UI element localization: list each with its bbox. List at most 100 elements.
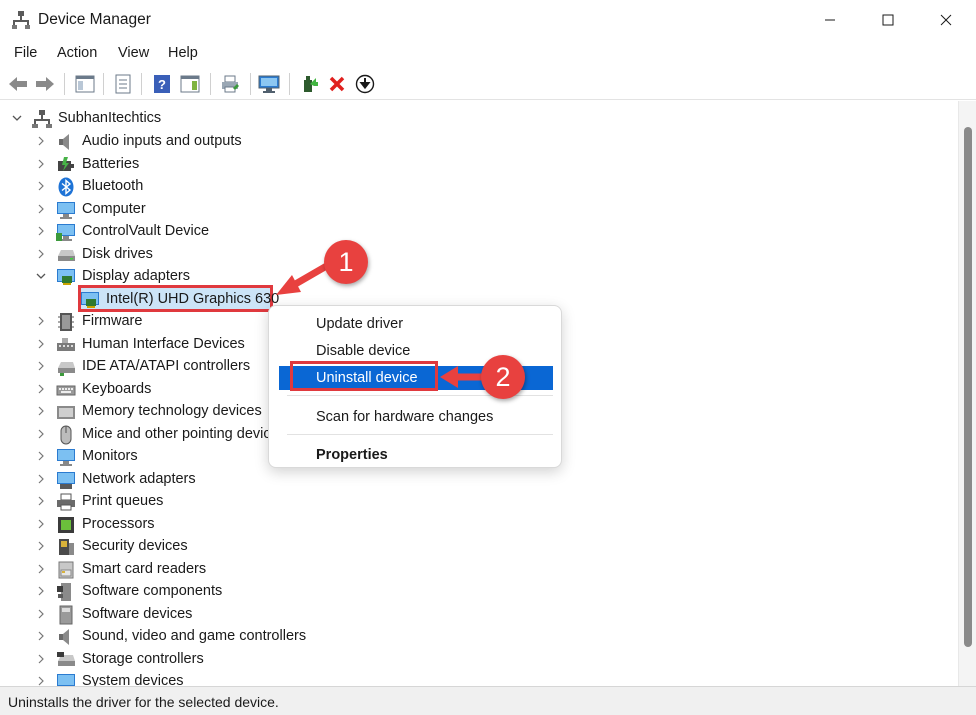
tree-root-label: SubhanItechtics [58,110,162,126]
chevron-right-icon[interactable] [35,450,47,462]
tree-item-batteries[interactable]: Batteries [0,154,940,176]
tree-root[interactable]: SubhanItechtics [0,108,940,130]
close-button[interactable] [916,0,976,40]
uninstall-toolbar-button[interactable] [325,72,349,96]
tree-item-network-adapters[interactable]: Network adapters [0,469,940,491]
disable-toolbar-button[interactable] [353,72,377,96]
tree-item-software-components[interactable]: Software components [0,581,940,603]
maximize-button[interactable] [858,0,918,40]
tree-item-sound-video[interactable]: Sound, video and game controllers [0,626,940,648]
tree-item-label: Mice and other pointing devices [82,426,286,442]
system-device-icon [57,674,75,686]
tree-item-bluetooth[interactable]: Bluetooth [0,176,940,198]
tree-item-label: Disk drives [82,246,153,262]
chevron-down-icon[interactable] [35,270,47,282]
device-manager-icon [12,11,30,29]
menu-item-label: Update driver [316,316,404,332]
mouse-icon [60,425,72,445]
menu-scan-hardware[interactable]: Scan for hardware changes [269,404,561,430]
computer-monitor-icon [57,202,75,219]
tree-item-label: Processors [82,516,155,532]
chevron-right-icon[interactable] [35,225,47,237]
menu-file[interactable]: File [14,45,37,61]
display-adapter-icon [57,269,75,285]
tree-item-security-devices[interactable]: Security devices [0,536,940,558]
tree-item-smart-card[interactable]: Smart card readers [0,559,940,581]
print-button[interactable] [218,72,242,96]
toolbar-separator [64,73,65,95]
chevron-right-icon[interactable] [35,630,47,642]
scrollbar-thumb[interactable] [964,127,972,647]
tree-item-print-queues[interactable]: Print queues [0,491,940,513]
tree-item-label: Bluetooth [82,178,144,194]
chevron-right-icon[interactable] [35,158,47,170]
chevron-right-icon[interactable] [35,428,47,440]
show-hide-tree-button[interactable] [73,72,97,96]
security-device-icon [59,539,74,555]
tree-item-label: Software devices [82,606,193,622]
tree-item-label: Memory technology devices [82,403,262,419]
tree-item-label: Monitors [82,448,138,464]
tree-item-label: Keyboards [82,381,152,397]
tree-item-storage-controllers[interactable]: Storage controllers [0,649,940,671]
chevron-right-icon[interactable] [35,473,47,485]
menu-help[interactable]: Help [168,45,198,61]
menu-bar: File Action View Help [0,40,976,68]
tree-item-controlvault[interactable]: ControlVault Device [0,221,940,243]
memory-device-icon [57,406,75,419]
tree-item-processors[interactable]: Processors [0,514,940,536]
chevron-right-icon[interactable] [35,653,47,665]
tree-item-label: Intel(R) UHD Graphics 630 [106,291,280,307]
chevron-right-icon[interactable] [35,608,47,620]
chevron-right-icon[interactable] [35,180,47,192]
monitor-icon [57,449,75,466]
chevron-right-icon[interactable] [35,248,47,260]
chevron-right-icon[interactable] [35,585,47,597]
processor-icon [58,517,74,533]
tree-item-label: Software components [82,583,223,599]
menu-item-label: Disable device [316,343,411,359]
tree-item-label: Security devices [82,538,188,554]
chevron-right-icon[interactable] [35,360,47,372]
chevron-right-icon[interactable] [35,518,47,530]
chevron-right-icon[interactable] [35,405,47,417]
tree-scrollbar[interactable] [958,101,976,686]
forward-button[interactable] [33,72,57,96]
help-toolbar-button[interactable]: ? [150,72,174,96]
tree-item-label: ControlVault Device [82,223,210,239]
menu-view[interactable]: View [118,45,149,61]
update-driver-toolbar-button[interactable] [298,72,322,96]
toolbar-separator [289,73,290,95]
chevron-right-icon[interactable] [35,203,47,215]
computer-tree-icon [32,110,52,128]
tree-item-disk-drives[interactable]: Disk drives [0,244,940,266]
menu-separator [287,434,553,435]
chevron-right-icon[interactable] [35,540,47,552]
tree-item-audio[interactable]: Audio inputs and outputs [0,131,940,153]
chevron-right-icon[interactable] [35,315,47,327]
action-pane-button[interactable] [178,72,202,96]
forward-arrow-icon [36,77,54,91]
properties-toolbar-button[interactable] [111,72,135,96]
status-text: Uninstalls the driver for the selected d… [8,694,279,710]
chevron-right-icon[interactable] [35,495,47,507]
tree-item-system-devices[interactable]: System devices [0,671,940,686]
menu-action[interactable]: Action [57,45,97,61]
menu-update-driver[interactable]: Update driver [269,311,561,337]
chevron-down-icon[interactable] [11,112,23,124]
tree-item-computer[interactable]: Computer [0,199,940,221]
chevron-right-icon[interactable] [35,338,47,350]
scan-hardware-button[interactable] [257,72,281,96]
tree-item-software-devices[interactable]: Software devices [0,604,940,626]
chevron-right-icon[interactable] [35,563,47,575]
menu-properties[interactable]: Properties [269,442,561,468]
console-tree-icon [75,75,95,93]
minimize-button[interactable] [800,0,860,40]
chevron-right-icon[interactable] [35,135,47,147]
callout-badge-1: 1 [324,240,368,284]
back-button[interactable] [6,72,30,96]
speaker-icon [59,134,69,150]
battery-icon [58,157,74,171]
chevron-right-icon[interactable] [35,383,47,395]
chevron-right-icon[interactable] [35,675,47,686]
